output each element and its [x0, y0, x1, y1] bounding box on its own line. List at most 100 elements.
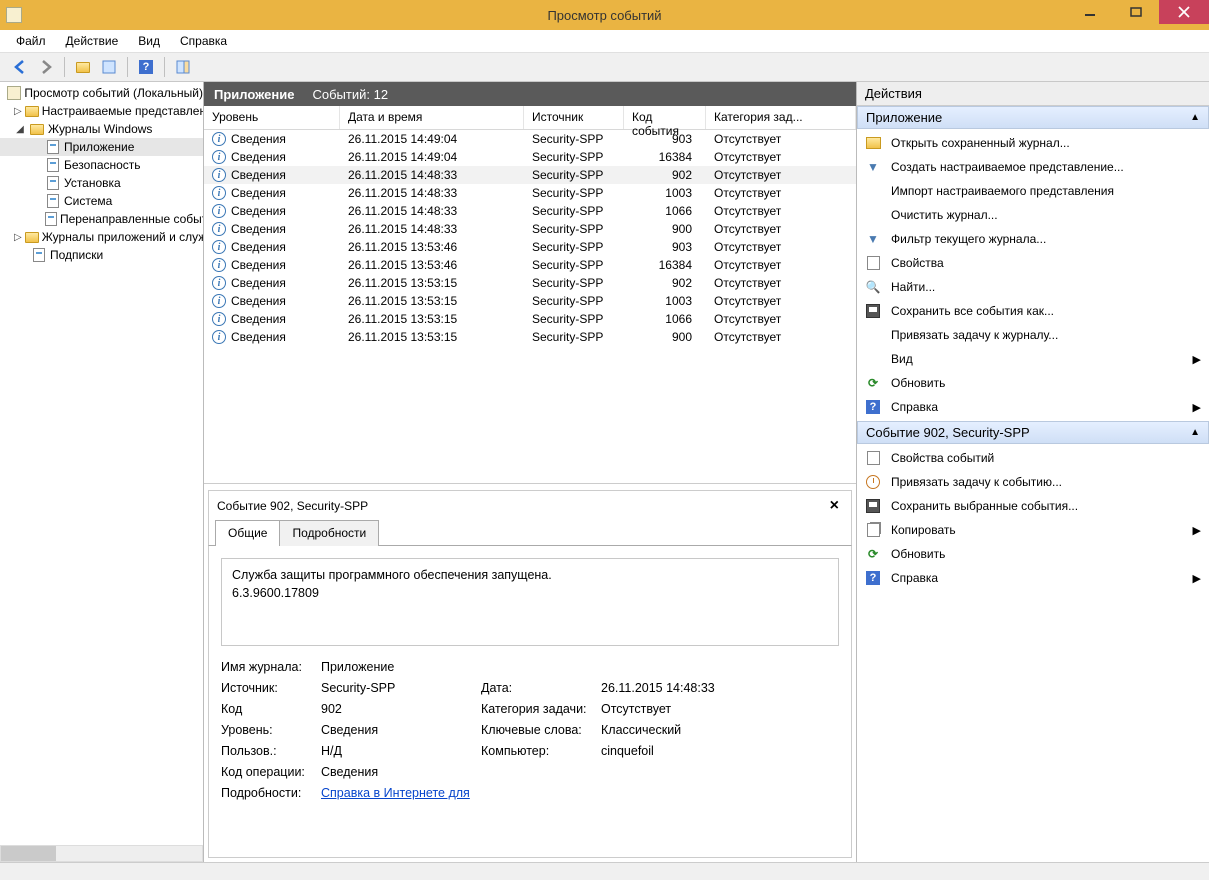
expand-icon[interactable]: ▷	[14, 106, 22, 117]
actions-section-event[interactable]: Событие 902, Security-SPP ▲	[857, 421, 1209, 444]
action-find[interactable]: 🔍Найти...	[857, 275, 1209, 299]
tree-label: Приложение	[64, 140, 134, 154]
action-help[interactable]: ?Справка▶	[857, 395, 1209, 419]
table-row[interactable]: iСведения26.11.2015 13:53:15Security-SPP…	[204, 328, 856, 346]
tree-log-system[interactable]: Система	[0, 192, 203, 210]
tree-root[interactable]: Просмотр событий (Локальный)	[0, 84, 203, 102]
help-icon: ?	[139, 60, 153, 74]
val-user: Н/Д	[321, 744, 481, 758]
cell-date: 26.11.2015 13:53:15	[340, 276, 524, 290]
moreinfo-link[interactable]: Справка в Интернете для	[321, 786, 470, 800]
maximize-button[interactable]	[1113, 0, 1159, 24]
log-icon	[45, 139, 61, 155]
menu-file[interactable]: Файл	[8, 32, 54, 50]
help-button[interactable]: ?	[134, 55, 158, 79]
action-copy[interactable]: Копировать▶	[857, 518, 1209, 542]
action-help-event[interactable]: ?Справка▶	[857, 566, 1209, 590]
detail-close-button[interactable]: ×	[826, 497, 843, 515]
action-attach-task-log[interactable]: Привязать задачу к журналу...	[857, 323, 1209, 347]
properties-button[interactable]	[97, 55, 121, 79]
cell-date: 26.11.2015 14:48:33	[340, 222, 524, 236]
action-filter-current-log[interactable]: ▼Фильтр текущего журнала...	[857, 227, 1209, 251]
minimize-button[interactable]	[1067, 0, 1113, 24]
cell-code: 16384	[624, 150, 706, 164]
clock-icon	[865, 474, 881, 490]
tree-log-setup[interactable]: Установка	[0, 174, 203, 192]
tree-log-forwarded[interactable]: Перенаправленные события	[0, 210, 203, 228]
tab-details[interactable]: Подробности	[279, 520, 379, 546]
cell-category: Отсутствует	[706, 294, 856, 308]
refresh-icon: ⟳	[865, 375, 881, 391]
cell-source: Security-SPP	[524, 186, 624, 200]
expand-icon[interactable]: ▷	[14, 232, 22, 243]
tree-custom-views[interactable]: ▷ Настраиваемые представления	[0, 102, 203, 120]
info-icon: i	[212, 150, 226, 164]
col-date-header[interactable]: Дата и время	[340, 106, 524, 129]
action-import-custom-view[interactable]: Импорт настраиваемого представления	[857, 179, 1209, 203]
table-row[interactable]: iСведения26.11.2015 13:53:15Security-SPP…	[204, 310, 856, 328]
action-create-custom-view[interactable]: ▼Создать настраиваемое представление...	[857, 155, 1209, 179]
collapse-icon[interactable]: ◢	[14, 124, 26, 135]
action-save-all-events[interactable]: Сохранить все события как...	[857, 299, 1209, 323]
val-source: Security-SPP	[321, 681, 481, 695]
menu-view[interactable]: Вид	[130, 32, 168, 50]
table-row[interactable]: iСведения26.11.2015 14:48:33Security-SPP…	[204, 184, 856, 202]
col-code-header[interactable]: Код события	[624, 106, 706, 129]
table-row[interactable]: iСведения26.11.2015 13:53:15Security-SPP…	[204, 292, 856, 310]
tree-panel: Просмотр событий (Локальный) ▷ Настраива…	[0, 82, 204, 862]
action-clear-log[interactable]: Очистить журнал...	[857, 203, 1209, 227]
info-icon: i	[212, 294, 226, 308]
forward-button[interactable]	[34, 55, 58, 79]
col-level-header[interactable]: Уровень	[204, 106, 340, 129]
actions-section-application[interactable]: Приложение ▲	[857, 106, 1209, 129]
table-row[interactable]: iСведения26.11.2015 14:49:04Security-SPP…	[204, 148, 856, 166]
cell-level: Сведения	[231, 132, 286, 146]
val-date: 26.11.2015 14:48:33	[601, 681, 801, 695]
table-row[interactable]: iСведения26.11.2015 13:53:46Security-SPP…	[204, 238, 856, 256]
tree-log-security[interactable]: Безопасность	[0, 156, 203, 174]
tree-horizontal-scrollbar[interactable]	[0, 845, 203, 862]
table-row[interactable]: iСведения26.11.2015 13:53:15Security-SPP…	[204, 274, 856, 292]
detail-body: Служба защиты программного обеспечения з…	[208, 545, 852, 858]
cell-source: Security-SPP	[524, 222, 624, 236]
action-label: Обновить	[891, 547, 945, 561]
action-open-saved-log[interactable]: Открыть сохраненный журнал...	[857, 131, 1209, 155]
table-row[interactable]: iСведения26.11.2015 13:53:46Security-SPP…	[204, 256, 856, 274]
tree-subscriptions[interactable]: Подписки	[0, 246, 203, 264]
cell-code: 1066	[624, 312, 706, 326]
tab-general[interactable]: Общие	[215, 520, 280, 546]
action-refresh-event[interactable]: ⟳Обновить	[857, 542, 1209, 566]
col-category-header[interactable]: Категория зад...	[706, 106, 856, 129]
cell-level: Сведения	[231, 240, 286, 254]
table-row[interactable]: iСведения26.11.2015 14:49:04Security-SPP…	[204, 130, 856, 148]
lbl-date: Дата:	[481, 681, 601, 695]
action-event-properties[interactable]: Свойства событий	[857, 446, 1209, 470]
action-label: Обновить	[891, 376, 945, 390]
action-view[interactable]: Вид▶	[857, 347, 1209, 371]
show-tree-button[interactable]	[71, 55, 95, 79]
tree-windows-logs[interactable]: ◢ Журналы Windows	[0, 120, 203, 138]
blank-icon	[865, 351, 881, 367]
action-refresh[interactable]: ⟳ Обновить	[857, 371, 1209, 395]
actions-pane-button[interactable]	[171, 55, 195, 79]
action-properties[interactable]: Свойства	[857, 251, 1209, 275]
close-button[interactable]	[1159, 0, 1209, 24]
val-logname: Приложение	[321, 660, 481, 674]
tree-app-services-logs[interactable]: ▷ Журналы приложений и служб	[0, 228, 203, 246]
actions-title: Действия	[857, 82, 1209, 106]
menu-help[interactable]: Справка	[172, 32, 235, 50]
action-label: Создать настраиваемое представление...	[891, 160, 1124, 174]
action-label: Сохранить все события как...	[891, 304, 1054, 318]
table-row[interactable]: iСведения26.11.2015 14:48:33Security-SPP…	[204, 166, 856, 184]
action-attach-task-event[interactable]: Привязать задачу к событию...	[857, 470, 1209, 494]
cell-date: 26.11.2015 13:53:15	[340, 330, 524, 344]
menu-action[interactable]: Действие	[58, 32, 127, 50]
table-row[interactable]: iСведения26.11.2015 14:48:33Security-SPP…	[204, 220, 856, 238]
cell-level: Сведения	[231, 150, 286, 164]
tree-log-application[interactable]: Приложение	[0, 138, 203, 156]
action-save-selected-events[interactable]: Сохранить выбранные события...	[857, 494, 1209, 518]
table-row[interactable]: iСведения26.11.2015 14:48:33Security-SPP…	[204, 202, 856, 220]
col-source-header[interactable]: Источник	[524, 106, 624, 129]
val-taskcat: Отсутствует	[601, 702, 801, 716]
back-button[interactable]	[8, 55, 32, 79]
